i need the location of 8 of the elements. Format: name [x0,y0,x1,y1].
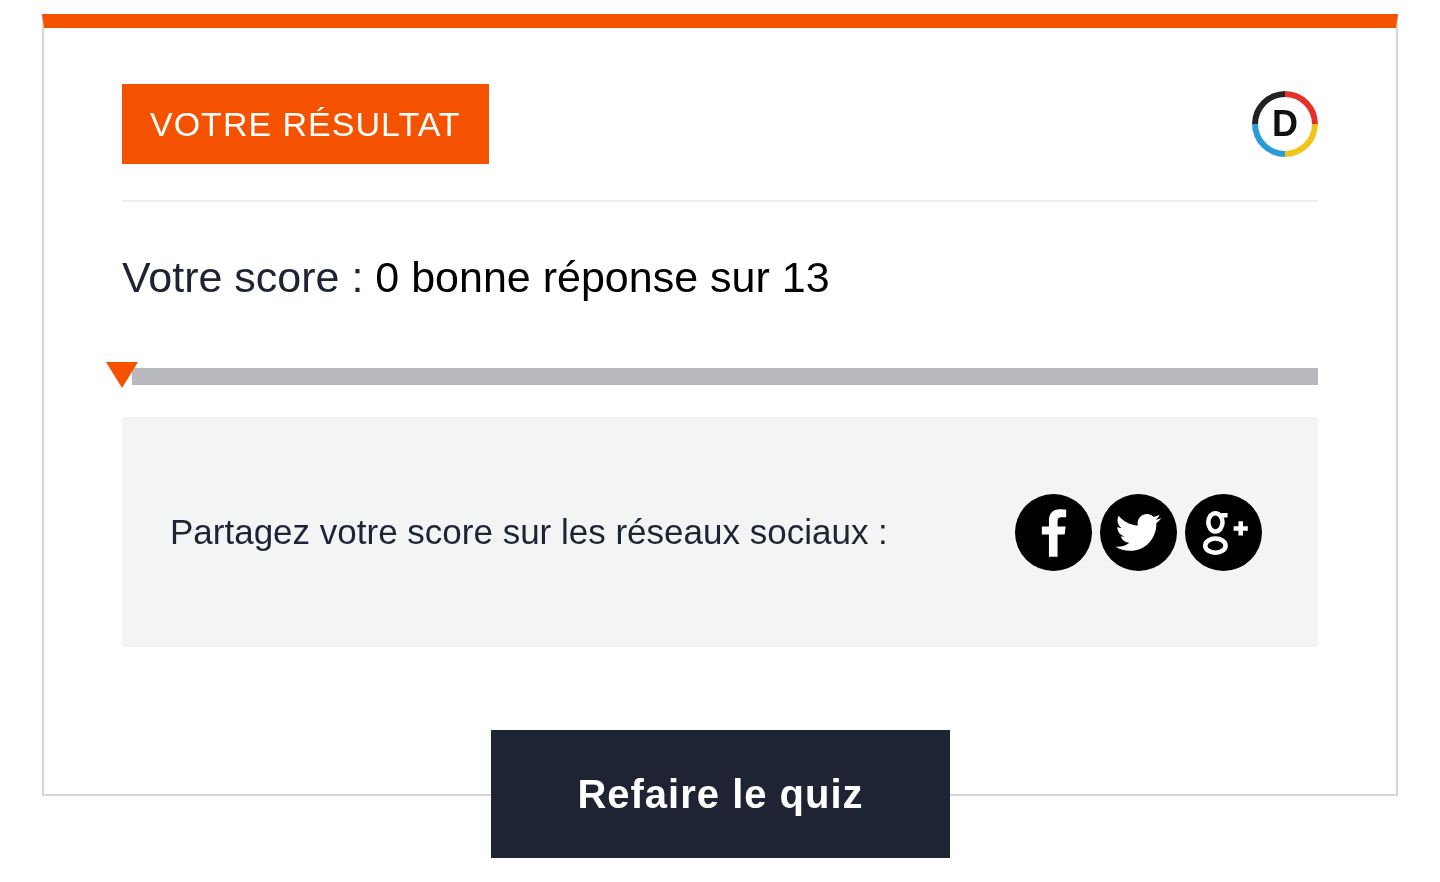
retry-button[interactable]: Refaire le quiz [491,730,950,858]
share-text: Partagez votre score sur les réseaux sociaux : [170,510,888,553]
facebook-icon[interactable] [1015,493,1092,571]
result-badge: VOTRE RÉSULTAT [122,84,489,164]
score-text: Votre score : 0 bonne réponse sur 13 [122,252,831,303]
logo-letter: D [1258,97,1312,151]
google-plus-icon[interactable] [1185,493,1262,571]
bird-icon[interactable] [1100,493,1177,571]
